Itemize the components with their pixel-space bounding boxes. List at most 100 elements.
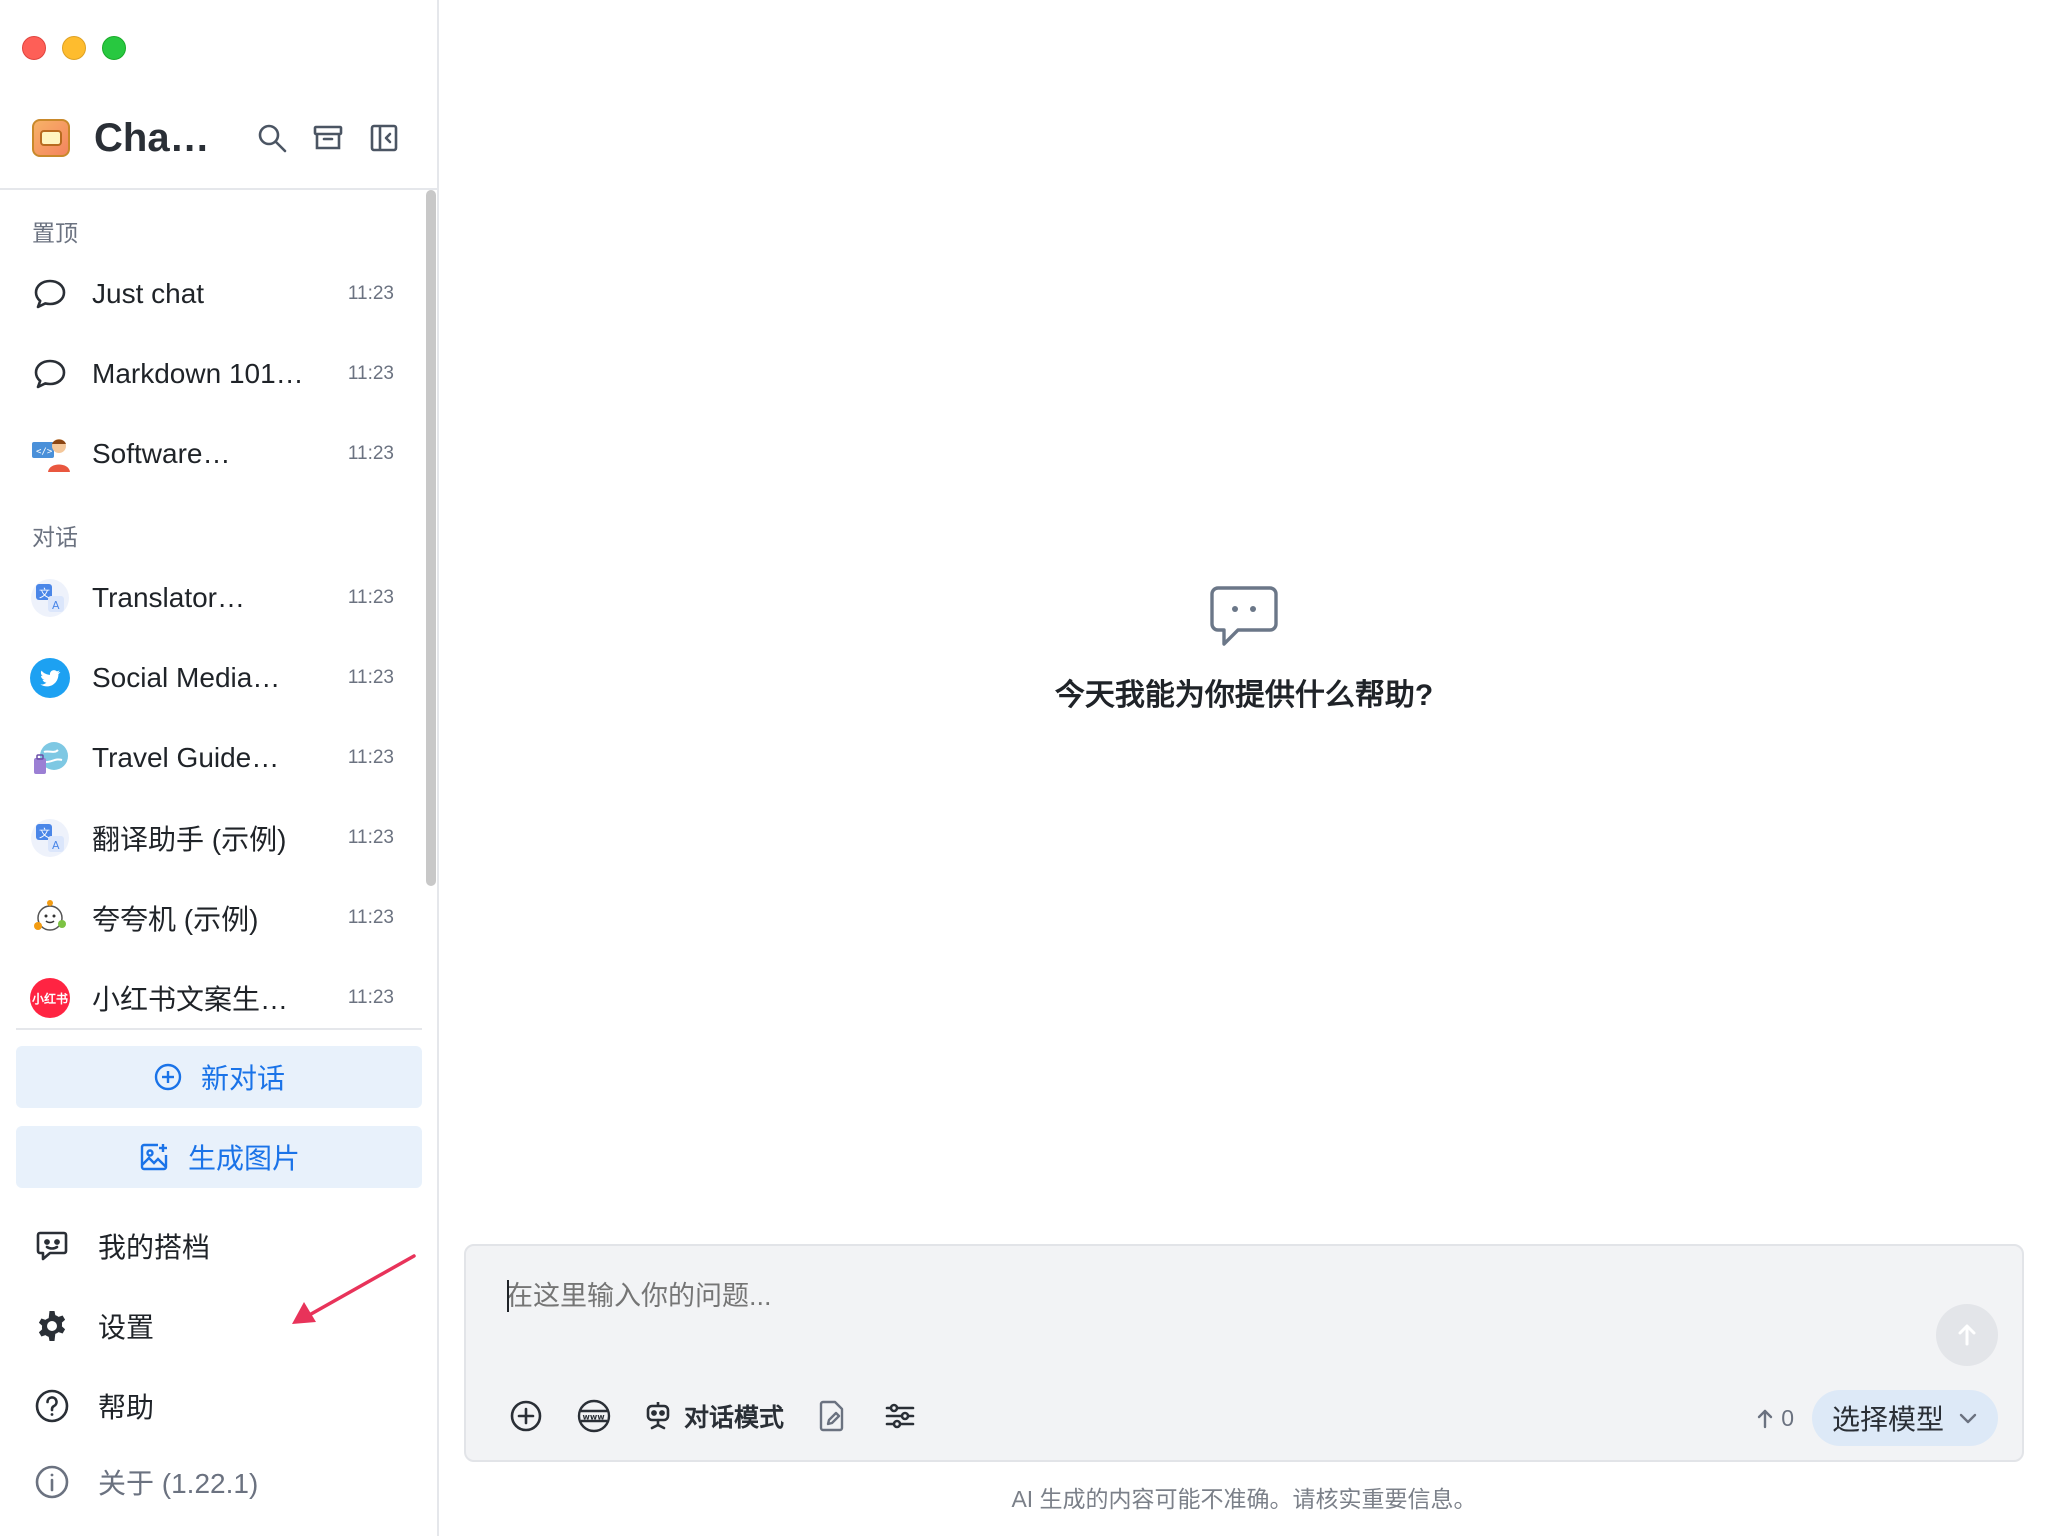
conversation-item[interactable]: 文A 翻译助手 (示例) 11:23 [30, 808, 400, 868]
svg-text:</>: </> [36, 447, 53, 457]
ai-disclaimer: AI 生成的内容可能不准确。请核实重要信息。 [1011, 1486, 1477, 1512]
help-item[interactable]: 帮助 [32, 1381, 412, 1431]
generate-image-label: 生成图片 [187, 1143, 300, 1174]
conversation-time: 11:23 [347, 907, 394, 928]
search-icon [258, 124, 287, 153]
web-browsing-button[interactable]: www [574, 1396, 614, 1436]
app-title: Cha… [94, 115, 210, 160]
my-partners-label: 我的搭档 [98, 1232, 211, 1263]
collapse-sidebar-button[interactable] [366, 120, 402, 156]
new-chat-button[interactable]: 新对话 [16, 1046, 422, 1108]
search-button[interactable] [254, 120, 290, 156]
conversation-title: Translator… [92, 582, 246, 613]
sidebar-scrollbar[interactable] [426, 190, 436, 886]
collapse-sidebar-icon [370, 124, 398, 152]
app-logo-icon [32, 119, 70, 157]
conversation-title: 翻译助手 (示例) [92, 824, 287, 855]
chat-dots-icon [1210, 586, 1278, 646]
composer-toolbar-right: 0 选择模型 [1755, 1390, 1998, 1446]
conversation-title: Just chat [92, 278, 205, 309]
translate-avatar-icon: 文A [30, 578, 70, 618]
empty-state: 今天我能为你提供什么帮助? [440, 584, 2048, 714]
conversation-title: 小红书文案生成… [92, 984, 314, 1015]
settings-label: 设置 [98, 1312, 155, 1343]
conversation-item[interactable]: Just chat 11:23 [30, 264, 400, 324]
xiaohongshu-logo: 小红书 [30, 978, 70, 1018]
conversation-title: Markdown 101… [92, 358, 304, 389]
chevron-down-icon [1959, 1413, 1977, 1424]
sidebar-header: Cha… [32, 110, 402, 166]
chat-mode-button[interactable]: 对话模式 [642, 1398, 784, 1434]
conversation-item[interactable]: 夸夸机 (示例) 11:23 [30, 888, 400, 948]
conversation-time: 11:23 [347, 363, 394, 384]
conversation-item[interactable]: 文A Translator… 11:23 [30, 568, 400, 628]
empty-state-title: 今天我能为你提供什么帮助? [1054, 679, 1434, 712]
file-edit-icon [819, 1400, 844, 1432]
about-item[interactable]: 关于 (1.22.1) [32, 1457, 412, 1507]
translate-avatar-icon: 文A [30, 818, 70, 858]
token-count-value: 0 [1781, 1404, 1794, 1431]
new-chat-label: 新对话 [200, 1063, 285, 1094]
conversation-item[interactable]: Social Media… 11:23 [30, 648, 400, 708]
sidebar: Cha… 置顶 Just chat 11:23 Markdown 101… 11… [0, 0, 439, 1536]
conversation-time: 11:23 [347, 987, 394, 1008]
generate-image-button[interactable]: 生成图片 [16, 1126, 422, 1188]
text-caret [507, 1280, 509, 1312]
archive-button[interactable] [310, 120, 346, 156]
praise-avatar-icon [30, 898, 70, 938]
conversation-time: 11:23 [347, 747, 394, 768]
attach-button[interactable] [506, 1396, 546, 1436]
gear-icon [32, 1306, 72, 1346]
send-button[interactable] [1936, 1304, 1998, 1366]
attach-file-button[interactable] [812, 1396, 852, 1436]
message-composer: www 对话模式 0 选择模型 [464, 1244, 2024, 1462]
bot-message-icon [32, 1226, 72, 1266]
conversation-title: Social Media… [92, 662, 281, 693]
svg-text:A: A [52, 599, 60, 612]
chat-area: 今天我能为你提供什么帮助? www 对话模式 [440, 0, 2048, 1536]
travel-avatar-icon [30, 738, 70, 778]
app-window: Cha… 置顶 Just chat 11:23 Markdown 101… 11… [0, 0, 2048, 1536]
minimize-window-button[interactable] [62, 36, 86, 60]
composer-toolbar: www 对话模式 [506, 1394, 920, 1438]
plus-circle-icon [154, 1063, 182, 1091]
sliders-icon [885, 1403, 915, 1429]
conversation-item[interactable]: </> Software… 11:23 [30, 424, 400, 484]
chat-mode-label: 对话模式 [684, 1404, 785, 1432]
conversation-list[interactable]: 置顶 Just chat 11:23 Markdown 101… 11:23 <… [0, 190, 437, 1030]
globe-www-icon: www [577, 1399, 611, 1433]
conversation-title: Software… [92, 438, 231, 469]
archive-icon [313, 125, 343, 150]
conversation-time: 11:23 [347, 587, 394, 608]
pinned-section-label: 置顶 [32, 220, 78, 246]
conversation-title: Travel Guide… [92, 742, 280, 773]
list-divider [16, 1028, 422, 1030]
svg-text:www: www [583, 1413, 606, 1422]
window-controls [22, 36, 126, 60]
maximize-window-button[interactable] [102, 36, 126, 60]
image-add-icon [140, 1143, 168, 1171]
conversation-time: 11:23 [347, 667, 394, 688]
chat-bubble-icon [30, 354, 70, 394]
plus-circle-icon [510, 1400, 542, 1432]
parameters-button[interactable] [880, 1396, 920, 1436]
help-label: 帮助 [98, 1392, 155, 1423]
conversation-time: 11:23 [347, 443, 394, 464]
conversation-item[interactable]: Markdown 101… 11:23 [30, 344, 400, 404]
arrow-up-small-icon [1757, 1409, 1773, 1429]
model-select[interactable]: 选择模型 [1811, 1390, 1998, 1446]
conversation-time: 11:23 [347, 283, 394, 304]
about-label: 关于 (1.22.1) [98, 1468, 259, 1499]
conversation-item[interactable]: Travel Guide… 11:23 [30, 728, 400, 788]
twitter-avatar-icon [30, 658, 70, 698]
xiaohongshu-avatar-icon: 小红书 [30, 978, 70, 1018]
close-window-button[interactable] [22, 36, 46, 60]
arrow-up-icon [1958, 1324, 1976, 1346]
info-circle-icon [32, 1462, 72, 1502]
conversation-item[interactable]: 小红书 小红书文案生成… 11:23 [30, 968, 400, 1028]
chat-bubble-icon [30, 274, 70, 314]
developer-avatar-icon: </> [30, 434, 70, 474]
message-input[interactable] [506, 1276, 1706, 1316]
robot-icon [646, 1402, 670, 1430]
conversations-section-label: 对话 [32, 524, 78, 550]
